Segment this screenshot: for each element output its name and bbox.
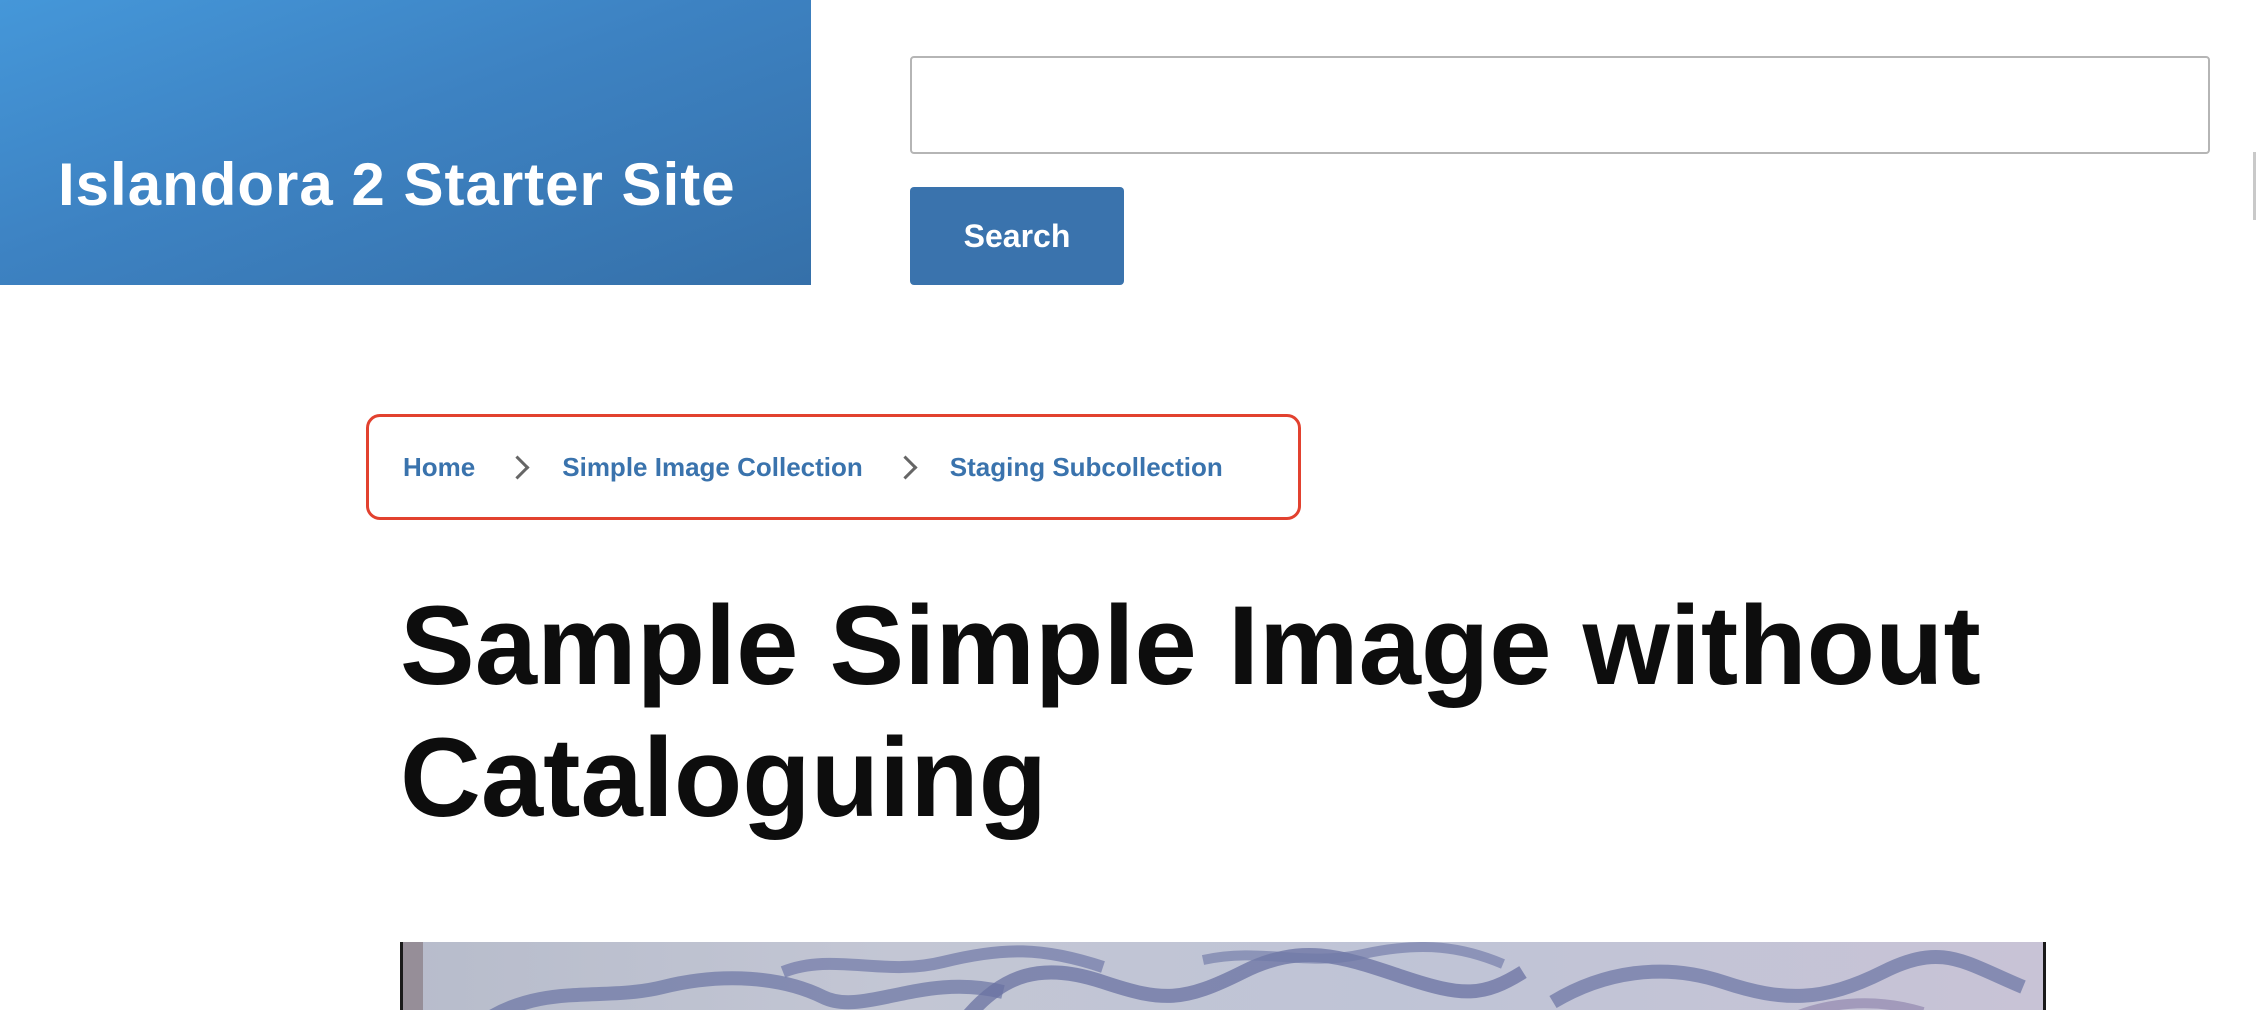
search-input[interactable] [910, 56, 2210, 154]
breadcrumb-item-home[interactable]: Home [403, 452, 475, 483]
chevron-right-icon [505, 454, 530, 480]
object-image[interactable] [400, 942, 2046, 1010]
image-content [403, 942, 2026, 1010]
breadcrumb-item-staging-subcollection[interactable]: Staging Subcollection [950, 452, 1223, 483]
breadcrumb-item-simple-image-collection[interactable]: Simple Image Collection [562, 452, 863, 483]
page: Islandora 2 Starter Site Search Home Sim… [0, 0, 2262, 1010]
page-title: Sample Simple Image without Cataloguing [400, 583, 1981, 840]
chevron-right-icon [893, 454, 918, 480]
search-form: Search [910, 56, 2210, 285]
breadcrumb: Home Simple Image Collection Staging Sub… [366, 414, 1301, 520]
scrollbar-thumb[interactable] [2253, 152, 2256, 220]
site-branding: Islandora 2 Starter Site [0, 0, 811, 285]
search-button[interactable]: Search [910, 187, 1124, 285]
site-name-link[interactable]: Islandora 2 Starter Site [58, 145, 736, 225]
